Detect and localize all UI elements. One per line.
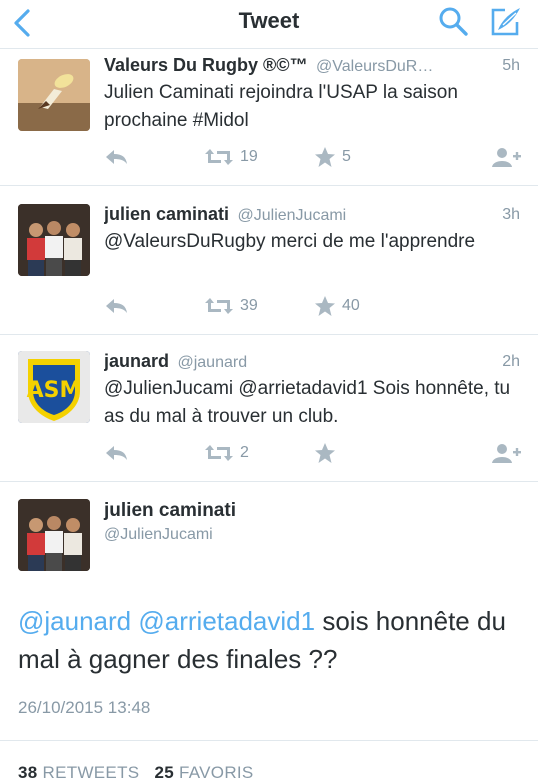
retweet-count: 39 [240, 297, 258, 314]
reply-button[interactable] [104, 145, 130, 169]
favorite-button[interactable] [314, 441, 336, 465]
retweet-button[interactable]: 2 [204, 441, 249, 465]
mention-link[interactable]: @jaunard [18, 606, 131, 636]
tweet-timestamp: 26/10/2015 13:48 [18, 698, 151, 717]
star-icon [315, 296, 335, 316]
tweet-text: @JulienJucami @arrietadavid1 Sois honnêt… [104, 378, 511, 427]
follow-button[interactable] [492, 441, 522, 465]
reply-button[interactable] [104, 294, 130, 318]
tweet-stats: 38 RETWEETS 25 FAVORIS [0, 740, 538, 784]
follow-user-icon [492, 444, 521, 463]
favorite-count: 40 [342, 297, 360, 314]
reply-button[interactable] [104, 441, 130, 465]
avatar[interactable] [18, 204, 90, 276]
reply-icon [106, 299, 127, 313]
author-handle[interactable]: @JulienJucami [238, 207, 347, 224]
mention-link[interactable]: @arrietadavid1 [138, 606, 315, 636]
retweet-count: 19 [240, 148, 258, 165]
tweet-item[interactable]: julien caminati @JulienJucami 3h @Valeur… [0, 186, 538, 335]
retweet-button[interactable]: 19 [204, 145, 258, 169]
favorites-label: FAVORIS [179, 763, 254, 782]
avatar[interactable]: ASM [18, 351, 90, 423]
favorites-count: 25 [154, 763, 174, 782]
tweet-time: 3h [502, 206, 520, 223]
tweet-time: 5h [502, 57, 520, 74]
follow-button[interactable] [492, 145, 522, 169]
nav-bar: Tweet [0, 0, 538, 49]
detail-avatar[interactable] [18, 499, 90, 571]
reply-icon [106, 446, 127, 460]
favorite-count: 5 [342, 148, 351, 165]
detail-author-handle[interactable]: @JulienJucami [104, 526, 213, 544]
detail-author-name[interactable]: julien caminati [104, 500, 236, 522]
retweets-label: RETWEETS [42, 763, 140, 782]
retweet-icon [205, 149, 233, 165]
star-icon [315, 443, 335, 463]
retweet-count: 2 [240, 444, 249, 461]
compose-icon[interactable] [488, 4, 524, 38]
author-name[interactable]: Valeurs Du Rugby ®©™ [104, 55, 308, 75]
retweets-count: 38 [18, 763, 38, 782]
svg-text:ASM: ASM [27, 378, 82, 403]
favorites-stat[interactable]: 25 FAVORIS [154, 763, 253, 782]
follow-user-icon [492, 148, 521, 167]
author-handle[interactable]: @jaunard [177, 354, 247, 371]
avatar[interactable] [18, 59, 90, 131]
tweet-text: Julien Caminati rejoindra l'USAP la sais… [104, 82, 458, 131]
search-icon[interactable] [436, 4, 470, 38]
retweets-stat[interactable]: 38 RETWEETS [18, 763, 139, 782]
retweet-icon [205, 298, 233, 314]
reply-icon [106, 150, 127, 164]
detail-tweet-text: @jaunard @arrietadavid1 sois honnête du … [18, 602, 524, 678]
retweet-icon [205, 445, 233, 461]
favorite-button[interactable]: 40 [314, 294, 360, 318]
author-name[interactable]: jaunard [104, 351, 169, 371]
tweet-text: @ValeursDuRugby merci de me l'apprendre [104, 231, 476, 252]
tweet-item[interactable]: ASM jaunard @jaunard 2h @JulienJucami @a… [0, 335, 538, 482]
author-handle[interactable]: @ValeursDuR… [316, 58, 433, 75]
author-name[interactable]: julien caminati [104, 204, 229, 224]
retweet-button[interactable]: 39 [204, 294, 258, 318]
star-icon [315, 147, 335, 167]
tweet-time: 2h [502, 353, 520, 370]
favorite-button[interactable]: 5 [314, 145, 351, 169]
tweet-item[interactable]: Valeurs Du Rugby ®©™ @ValeursDuR… 5h Jul… [0, 49, 538, 186]
